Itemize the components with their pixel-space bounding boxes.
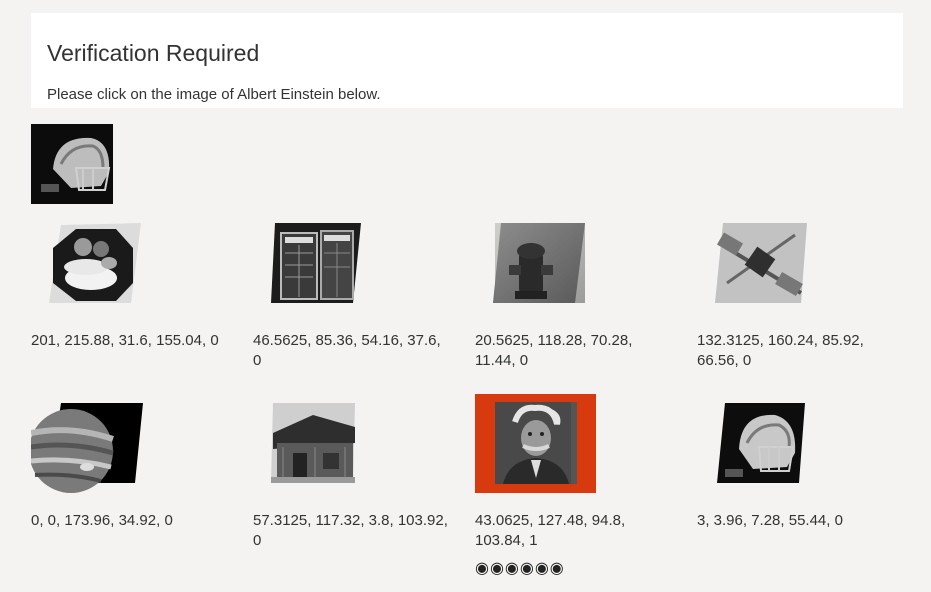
verification-header-card: Verification Required Please click on th… bbox=[31, 13, 903, 108]
choice-caption: 43.0625, 127.48, 94.8, 103.84, 1 bbox=[475, 512, 626, 549]
choice-caption: 132.3125, 160.24, 85.92, 66.56, 0 bbox=[697, 332, 864, 369]
choice-caption: 0, 0, 173.96, 34.92, 0 bbox=[31, 512, 173, 529]
choice-image-barn[interactable] bbox=[253, 403, 373, 493]
choice-image-satellite[interactable] bbox=[697, 223, 817, 313]
choice-image-football-helmet[interactable] bbox=[697, 403, 817, 493]
choice-image-fire-hydrant[interactable] bbox=[475, 223, 595, 313]
choice-image-fruit-plate[interactable] bbox=[31, 223, 151, 313]
reference-image bbox=[31, 124, 121, 204]
choice-caption: 201, 215.88, 31.6, 155.04, 0 bbox=[31, 332, 219, 349]
choice-caption: 46.5625, 85.36, 54.16, 37.6, 0 bbox=[253, 332, 441, 369]
rating-icons: ◉◉◉◉◉◉ bbox=[475, 560, 565, 577]
choice-caption: 57.3125, 117.32, 3.8, 103.92, 0 bbox=[253, 512, 448, 549]
choice-image-jupiter[interactable] bbox=[31, 403, 151, 493]
choice-caption: 3, 3.96, 7.28, 55.44, 0 bbox=[697, 512, 843, 529]
choice-image-einstein[interactable] bbox=[475, 394, 596, 493]
choice-image-phone-booth[interactable] bbox=[253, 223, 373, 313]
instruction-text: Please click on the image of Albert Eins… bbox=[47, 86, 381, 103]
choice-caption: 20.5625, 118.28, 70.28, 11.44, 0 bbox=[475, 332, 633, 369]
page-title: Verification Required bbox=[47, 40, 260, 66]
